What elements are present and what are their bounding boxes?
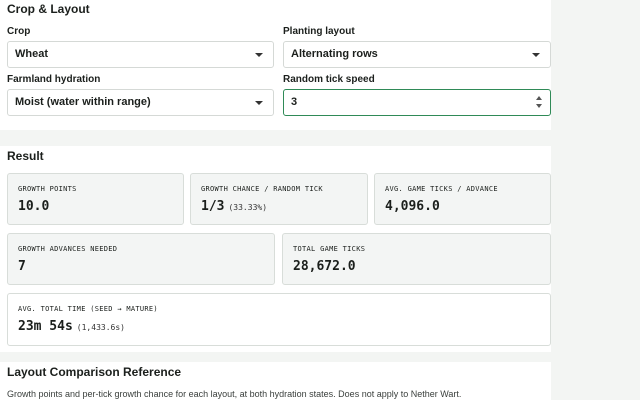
total-ticks-value: 28,672.0 <box>293 259 356 274</box>
growth-points-label: GROWTH POINTS <box>18 185 77 193</box>
chevron-down-icon <box>532 53 540 57</box>
tick-speed-value: 3 <box>291 96 298 108</box>
avg-ticks-card: AVG. GAME TICKS / ADVANCE 4,096.0 <box>374 173 551 225</box>
planting-layout-select-value: Alternating rows <box>291 48 378 60</box>
planting-layout-select[interactable]: Alternating rows <box>283 41 551 68</box>
hydration-select[interactable]: Moist (water within range) <box>7 89 274 116</box>
chevron-up-icon[interactable] <box>536 96 542 100</box>
crop-select-value: Wheat <box>15 48 48 60</box>
total-ticks-label: TOTAL GAME TICKS <box>293 245 366 253</box>
crop-label: Crop <box>7 26 31 37</box>
avg-ticks-label: AVG. GAME TICKS / ADVANCE <box>385 185 498 193</box>
total-time-seconds: (1,433.6s) <box>76 323 125 332</box>
chevron-down-icon[interactable] <box>536 104 542 108</box>
chevron-down-icon <box>255 101 263 105</box>
advances-needed-value: 7 <box>18 259 26 274</box>
growth-chance-card: GROWTH CHANCE / RANDOM TICK 1/3 (33.33%) <box>190 173 368 225</box>
growth-points-value: 10.0 <box>18 199 50 214</box>
growth-chance-label: GROWTH CHANCE / RANDOM TICK <box>201 185 323 193</box>
hydration-select-value: Moist (water within range) <box>15 96 151 108</box>
total-time-value: 23m 54s (1,433.6s) <box>18 319 125 334</box>
planting-layout-label: Planting layout <box>283 26 355 37</box>
crop-layout-title: Crop & Layout <box>7 2 90 16</box>
number-stepper[interactable] <box>536 95 544 109</box>
reference-title: Layout Comparison Reference <box>7 365 182 379</box>
total-time-card: AVG. TOTAL TIME (SEED → MATURE) 23m 54s(… <box>7 293 551 346</box>
result-panel: Result GROWTH POINTS 10.0 GROWTH CHANCE … <box>0 146 551 352</box>
crop-select[interactable]: Wheat <box>7 41 274 68</box>
chevron-down-icon <box>255 53 263 57</box>
hydration-label: Farmland hydration <box>7 74 101 85</box>
growth-chance-percent: (33.33%) <box>228 203 268 212</box>
result-title: Result <box>7 149 44 163</box>
advances-needed-card: GROWTH ADVANCES NEEDED 7 <box>7 233 275 285</box>
tick-speed-input[interactable]: 3 <box>283 89 551 116</box>
crop-layout-panel: Crop & Layout Crop Wheat Planting layout… <box>0 0 551 130</box>
total-ticks-card: TOTAL GAME TICKS 28,672.0 <box>282 233 551 285</box>
growth-chance-value: 1/3 (33.33%) <box>201 199 268 214</box>
total-time-label: AVG. TOTAL TIME (SEED → MATURE) <box>18 305 158 313</box>
growth-points-card: GROWTH POINTS 10.0 <box>7 173 184 225</box>
tick-speed-label: Random tick speed <box>283 74 375 85</box>
avg-ticks-value: 4,096.0 <box>385 199 440 214</box>
advances-needed-label: GROWTH ADVANCES NEEDED <box>18 245 118 253</box>
reference-description: Growth points and per-tick growth chance… <box>7 389 462 399</box>
